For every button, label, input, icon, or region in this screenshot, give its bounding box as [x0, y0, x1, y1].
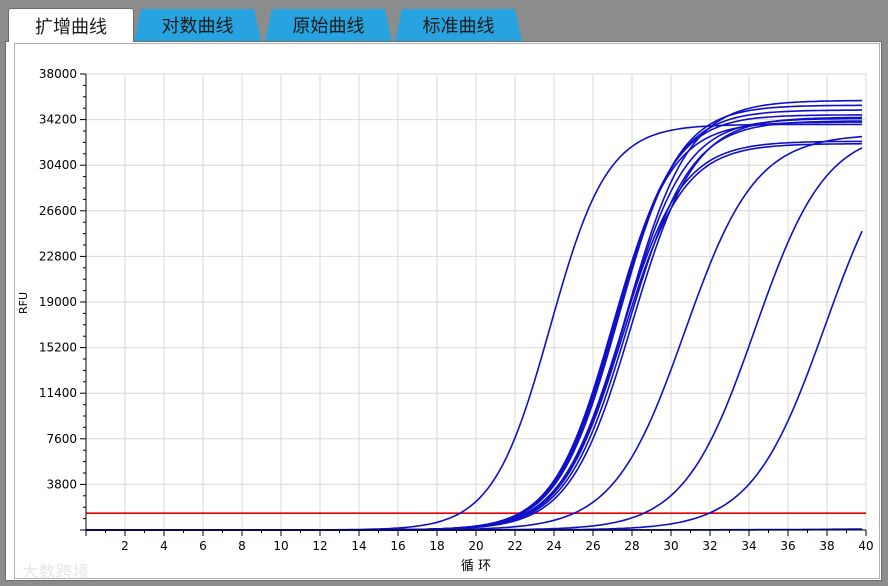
tab-label: 扩增曲线	[35, 16, 107, 38]
y-tick-label: 30400	[39, 158, 77, 172]
x-tick-label: 32	[702, 539, 717, 553]
y-axis-label: RFU	[17, 292, 30, 314]
y-tick-label: 22800	[39, 249, 77, 263]
y-tick-label: 3800	[46, 477, 77, 491]
x-tick-label: 18	[429, 539, 444, 553]
x-tick-label: 34	[741, 539, 756, 553]
y-tick-label: 7600	[46, 432, 77, 446]
watermark-logo: 大数跨境	[22, 562, 91, 581]
y-tick-label: 38000	[39, 67, 77, 81]
x-tick-label: 20	[468, 539, 483, 553]
x-tick-label: 2	[121, 539, 129, 553]
y-tick-label: 15200	[39, 341, 77, 355]
grid	[85, 73, 867, 531]
x-tick-label: 22	[507, 539, 522, 553]
x-tick-label: 36	[780, 539, 795, 553]
x-tick-label: 4	[160, 539, 168, 553]
x-axis-label: 循 环	[461, 559, 491, 574]
x-tick-label: 24	[546, 539, 561, 553]
x-tick-label: 10	[273, 539, 288, 553]
y-tick-label: 19000	[39, 295, 77, 309]
tab-amplification-curve[interactable]: 扩增曲线	[8, 8, 134, 42]
x-tick-label: 40	[858, 539, 873, 553]
x-tick-label: 16	[390, 539, 405, 553]
x-tick-label: 28	[624, 539, 639, 553]
x-tick-label: 26	[585, 539, 600, 553]
x-tick-label: 12	[312, 539, 327, 553]
y-tick-label: 11400	[39, 386, 77, 400]
x-tick-label: 30	[663, 539, 678, 553]
y-tick-label: 34200	[39, 113, 77, 127]
x-tick-label: 14	[351, 539, 366, 553]
y-tick-label: 26600	[39, 204, 77, 218]
x-tick-label: 6	[199, 539, 207, 553]
amplification-chart[interactable]: 2 4 6 8 10 12 14 16 18 20 22 24 26 28 30 32 34 36 38 403800…	[0, 0, 888, 586]
x-tick-label: 38	[819, 539, 834, 553]
x-tick-label: 8	[238, 539, 246, 553]
